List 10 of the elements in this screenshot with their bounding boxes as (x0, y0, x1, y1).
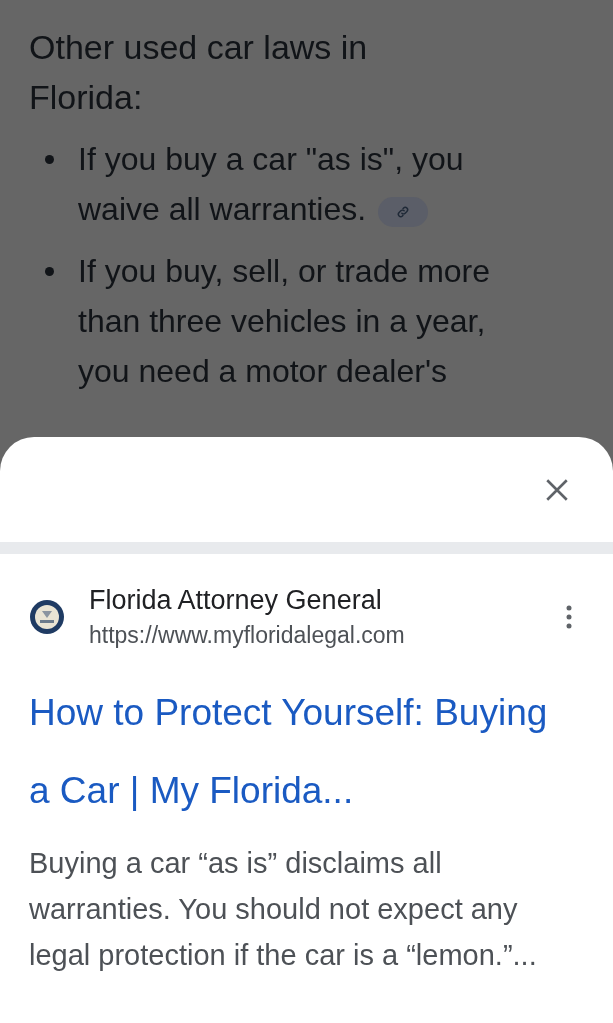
more-icon (566, 605, 572, 629)
bullet-text: If you buy, sell, or trade more than three vehicles in a year, you need a motor dealer's (78, 252, 492, 391)
section-heading: Other used car laws in Florida: (29, 27, 369, 118)
seal-logo (29, 599, 65, 635)
bullet-text: If you buy a car "as is", you waive all warranties. (78, 140, 465, 229)
result-snippet: Buying a car “as is” disclaims all warranties. You should not expect any legal protection if the car is a “lemon.”... (29, 846, 538, 973)
result-title-link[interactable]: How to Protect Yourself: Buying a Car | My Florida... (29, 674, 549, 830)
source-url: https://www.myfloridalegal.com (89, 621, 406, 650)
link-icon (396, 204, 411, 219)
source-name: Florida Attorney General (89, 584, 383, 617)
